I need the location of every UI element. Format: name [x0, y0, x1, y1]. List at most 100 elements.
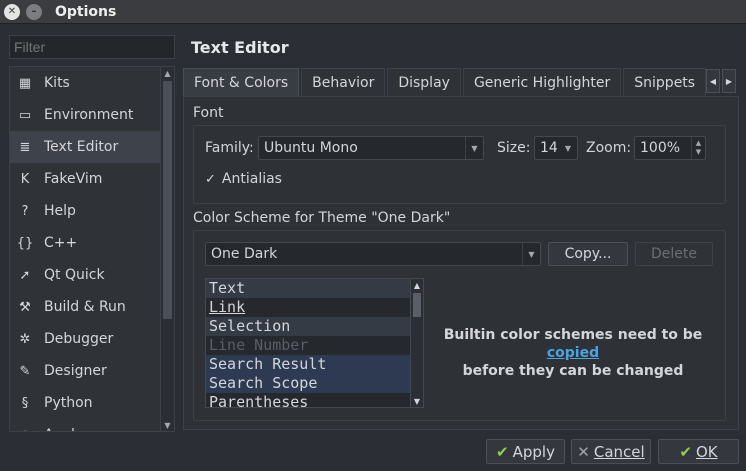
- font-family-combo[interactable]: Ubuntu Mono ▼: [258, 136, 484, 160]
- cancel-button[interactable]: ✕ Cancel: [571, 439, 651, 464]
- scroll-up-arrow-icon[interactable]: ▲: [411, 279, 423, 291]
- sidebar-item-label: Text Editor: [44, 139, 119, 155]
- sidebar-item-fakevim[interactable]: K FakeVim: [10, 163, 161, 195]
- tab-display[interactable]: Display: [387, 68, 461, 96]
- title-bar: ✕ – Options: [0, 0, 746, 24]
- close-window-button[interactable]: ✕: [4, 3, 20, 20]
- sidebar-item-environment[interactable]: ▭ Environment: [10, 99, 161, 131]
- sidebar-item-qt-quick[interactable]: ➚ Qt Quick: [10, 259, 161, 291]
- list-item[interactable]: Link: [206, 298, 423, 317]
- list-item[interactable]: Parentheses: [206, 393, 423, 407]
- fakevim-icon: K: [20, 171, 30, 187]
- sidebar-item-label: Debugger: [44, 331, 114, 347]
- scroll-up-arrow-icon[interactable]: ▲: [161, 67, 174, 79]
- list-item[interactable]: Search Result: [206, 355, 423, 374]
- sidebar-item-build-run[interactable]: ⚒ Build & Run: [10, 291, 161, 323]
- category-sidebar: ▦ Kits ▭ Environment ≣ Text Editor K FakeVim? He…: [9, 66, 175, 432]
- scheme-rows: Text Link Selection Line Number Search Resul…: [206, 279, 423, 407]
- tab-scroll-left-button[interactable]: ◀: [706, 69, 720, 93]
- tab-behavior[interactable]: Behavior: [301, 68, 386, 96]
- list-item[interactable]: Search Scope: [206, 374, 423, 393]
- color-scheme-group-title: Color Scheme for Theme "One Dark": [193, 210, 451, 226]
- cancel-icon: ✕: [577, 442, 590, 461]
- ok-label: OK: [695, 442, 718, 461]
- sidebar-item-label: C++: [44, 235, 78, 251]
- tab-bar: Font & Colors Behavior Display Generic High…: [183, 68, 708, 97]
- chevron-down-icon: ▼: [564, 143, 572, 153]
- apply-label: Apply: [512, 442, 555, 461]
- zoom-value: 100%: [640, 140, 681, 156]
- kits-icon: ▦: [18, 75, 32, 91]
- antialias-label: Antialias: [221, 171, 282, 187]
- color-scheme-items-list[interactable]: Text Link Selection Line Number Search Resul…: [205, 278, 424, 408]
- font-size-combo[interactable]: 14 ▼: [534, 136, 578, 160]
- ok-button[interactable]: ✔ OK: [658, 439, 739, 464]
- tab-scroll-right-button[interactable]: ▶: [722, 69, 736, 93]
- apply-button[interactable]: ✔ Apply: [486, 439, 565, 464]
- copy-scheme-button[interactable]: Copy...: [548, 242, 628, 266]
- tab-snippets[interactable]: Snippets: [623, 68, 707, 96]
- chevron-down-icon: ▼: [522, 243, 540, 265]
- cancel-label: Cancel: [593, 442, 645, 461]
- sidebar-scroll-thumb[interactable]: [163, 81, 172, 319]
- sidebar-item-designer[interactable]: ✎ Designer: [10, 355, 161, 387]
- sidebar-item-c-[interactable]: {} C++: [10, 227, 161, 259]
- scroll-down-arrow-icon[interactable]: ▼: [161, 419, 174, 431]
- sidebar-item-help[interactable]: ? Help: [10, 195, 161, 227]
- minimize-window-button[interactable]: –: [26, 3, 42, 20]
- copied-link[interactable]: copied: [547, 345, 599, 361]
- list-item[interactable]: Line Number: [206, 336, 423, 355]
- monitor-icon: ▭: [18, 107, 32, 123]
- builtin-scheme-note: Builtin color schemes need to be copied …: [428, 326, 718, 380]
- page-title: Text Editor: [191, 38, 289, 57]
- font-group-title: Font: [193, 105, 224, 121]
- sidebar-scrollbar[interactable]: ▲ ▼: [160, 67, 174, 431]
- close-icon: ✕: [7, 5, 17, 17]
- hammer-icon: ⚒: [19, 299, 31, 315]
- python-icon: §: [21, 395, 29, 411]
- scheme-list-scrollbar[interactable]: ▲ ▼: [410, 279, 423, 407]
- sidebar-item-kits[interactable]: ▦ Kits: [10, 67, 161, 99]
- color-scheme-combo[interactable]: One Dark ▼: [205, 242, 541, 266]
- braces-icon: {}: [16, 235, 34, 251]
- sidebar-item-python[interactable]: § Python: [10, 387, 161, 419]
- sidebar-item-label: Python: [44, 395, 93, 411]
- color-scheme-value: One Dark: [211, 246, 278, 262]
- note-line2: before they can be changed: [462, 363, 684, 379]
- spin-arrows-icon[interactable]: ▲ ▼: [691, 137, 705, 159]
- sidebar-item-label: Designer: [44, 363, 107, 379]
- antialias-checkbox[interactable]: ✓ Antialias: [205, 171, 282, 187]
- scheme-list-scroll-thumb[interactable]: [413, 293, 421, 317]
- sidebar-item-label: Build & Run: [44, 299, 126, 315]
- sidebar-item-debugger[interactable]: ✲ Debugger: [10, 323, 161, 355]
- checkmark-icon: ✓: [205, 171, 216, 187]
- sidebar-item-text-editor[interactable]: ≣ Text Editor: [10, 131, 161, 163]
- sidebar-item-label: Kits: [44, 75, 70, 91]
- bug-icon: ✲: [19, 331, 31, 347]
- tab-generic-highlighter[interactable]: Generic Highlighter: [462, 68, 622, 96]
- category-list: ▦ Kits ▭ Environment ≣ Text Editor K FakeVim? He…: [10, 67, 161, 432]
- list-item[interactable]: Text: [206, 279, 423, 298]
- help-icon: ?: [21, 203, 29, 219]
- font-family-value: Ubuntu Mono: [264, 140, 358, 156]
- list-item[interactable]: Selection: [206, 317, 423, 336]
- pen-icon: ✎: [19, 363, 31, 379]
- chevron-down-icon: ▼: [465, 137, 483, 159]
- delete-scheme-button[interactable]: Delete: [635, 242, 713, 266]
- checkmark-icon: ✔: [496, 442, 509, 461]
- filter-input[interactable]: [9, 35, 175, 59]
- sidebar-item-label: Help: [44, 203, 76, 219]
- tab-font-colors[interactable]: Font & Colors: [183, 68, 300, 97]
- analyzer-icon: ◔: [16, 426, 34, 432]
- zoom-label: Zoom:: [586, 140, 632, 156]
- chevron-left-icon: ◀: [709, 76, 717, 86]
- sidebar-item-analyzer[interactable]: ◔ Analyzer: [10, 419, 161, 432]
- text-editor-icon: ≣: [19, 139, 31, 155]
- sidebar-item-label: Analyzer: [44, 427, 105, 431]
- sidebar-item-label: Qt Quick: [44, 267, 105, 283]
- zoom-spinbox[interactable]: 100% ▲ ▼: [634, 136, 706, 160]
- note-line1: Builtin color schemes need to be: [443, 327, 703, 343]
- scroll-down-arrow-icon[interactable]: ▼: [411, 395, 423, 407]
- sidebar-item-label: FakeVim: [44, 171, 103, 187]
- checkmark-icon: ✔: [679, 442, 692, 461]
